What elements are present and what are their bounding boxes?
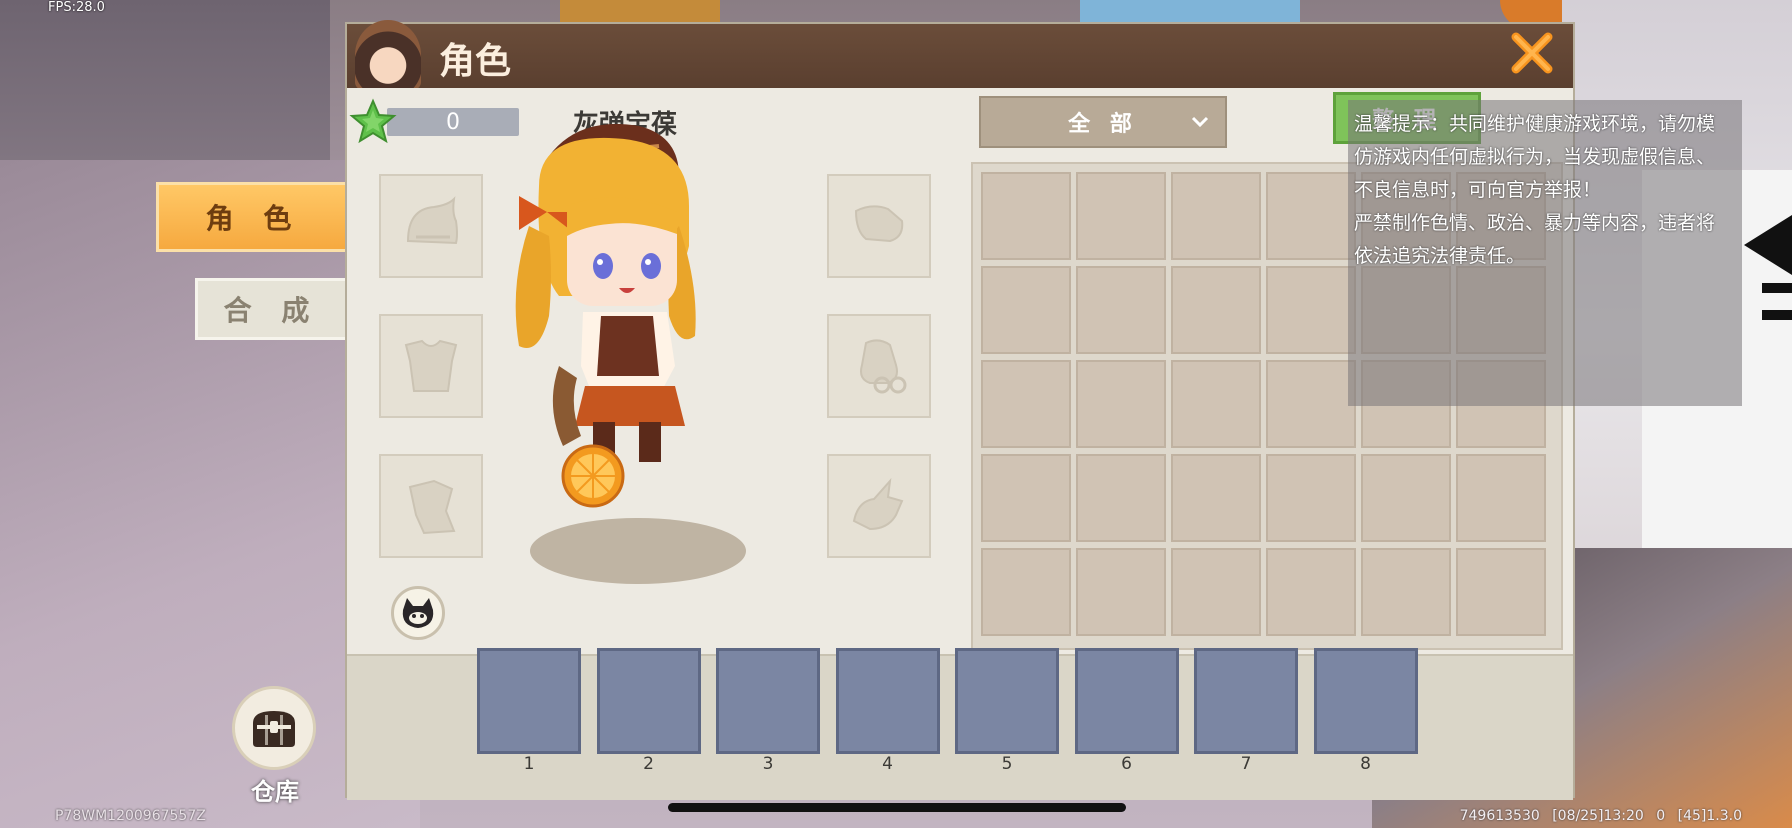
hotbar-slot-number: 8: [1360, 754, 1371, 774]
hotbar-slot-number: 1: [523, 754, 535, 774]
notice-line: 不良信息时，可向官方举报！: [1354, 179, 1602, 201]
chestplate-icon: [404, 339, 458, 392]
pet-icon: [402, 598, 434, 628]
inventory-slot[interactable]: [1361, 454, 1451, 542]
inventory-slot[interactable]: [1456, 548, 1546, 636]
equip-slot-accessory[interactable]: [827, 314, 931, 418]
hotbar-slot-number: 2: [643, 754, 654, 774]
background-glass: [1080, 0, 1300, 22]
inventory-slot[interactable]: [1266, 454, 1356, 542]
inventory-slot[interactable]: [1171, 454, 1261, 542]
inventory-slot[interactable]: [1266, 266, 1356, 354]
inventory-slot[interactable]: [981, 172, 1071, 260]
hotbar-slot-number: 3: [762, 754, 774, 774]
filter-dropdown[interactable]: 全 部: [979, 96, 1227, 148]
close-button[interactable]: [1503, 24, 1561, 82]
tab-role[interactable]: 角 色: [156, 182, 348, 252]
equip-slot-helmet[interactable]: [379, 174, 483, 278]
fps-counter: FPS:28.0: [48, 0, 105, 15]
boots-icon: [854, 205, 904, 243]
avatar[interactable]: [355, 20, 421, 90]
helmet-icon: [406, 196, 458, 245]
inventory-slot[interactable]: [981, 360, 1071, 448]
inventory-slot[interactable]: [1171, 360, 1261, 448]
inventory-slot[interactable]: [1171, 172, 1261, 260]
notice-line: 严禁制作色情、政治、暴力等内容，违者将: [1354, 212, 1716, 234]
home-icon[interactable]: [1744, 215, 1792, 335]
hotbar-slot[interactable]: [1074, 648, 1179, 754]
hotbar-slot[interactable]: [596, 648, 701, 754]
chevron-down-icon: [1189, 110, 1211, 138]
cape-icon: [408, 479, 456, 535]
hotbar-slot[interactable]: [1313, 648, 1418, 754]
inventory-slot[interactable]: [1361, 548, 1451, 636]
hotbar-slot[interactable]: [835, 648, 940, 754]
close-x-icon: [1511, 32, 1553, 74]
hotbar-slot-number: 4: [882, 754, 893, 774]
pet-button[interactable]: [391, 586, 445, 640]
inventory-slot[interactable]: [1076, 360, 1166, 448]
notice-line: 依法追究法律责任。: [1354, 245, 1526, 267]
hotbar-slot[interactable]: [716, 648, 820, 754]
mount-icon: [852, 477, 904, 531]
hotbar-slot[interactable]: [477, 648, 581, 754]
inventory-slot[interactable]: [1171, 266, 1261, 354]
tab-craft[interactable]: 合 成: [195, 278, 345, 340]
accessory-icon: [860, 339, 907, 394]
inventory-slot[interactable]: [1266, 172, 1356, 260]
hotbar-slot-number: 7: [1240, 754, 1252, 774]
equip-slot-mount[interactable]: [827, 454, 931, 558]
star-icon: [349, 98, 397, 146]
inventory-slot[interactable]: [1076, 454, 1166, 542]
inventory-slot[interactable]: [1076, 548, 1166, 636]
notice-line: 温馨提示：共同维护健康游戏环境，请勿模: [1354, 113, 1716, 135]
equip-slot-cape[interactable]: [379, 454, 483, 558]
warehouse-button[interactable]: [232, 686, 316, 770]
hotbar-slot[interactable]: [955, 648, 1059, 754]
notice-overlay: 温馨提示：共同维护健康游戏环境，请勿模 仿游戏内任何虚拟行为，当发现虚假信息、 …: [1348, 100, 1742, 406]
panel-title: 角色: [439, 41, 512, 82]
inventory-slot[interactable]: [1266, 548, 1356, 636]
inventory-slot[interactable]: [981, 266, 1071, 354]
home-indicator[interactable]: [668, 803, 1126, 812]
background-crate: [560, 0, 720, 22]
panel-header: 角色: [347, 20, 1573, 90]
hotbar-slot[interactable]: [1194, 648, 1298, 754]
equip-slot-boots[interactable]: [827, 174, 931, 278]
inventory-slot[interactable]: [1456, 454, 1546, 542]
inventory-slot[interactable]: [981, 454, 1071, 542]
inventory-slot[interactable]: [1266, 360, 1356, 448]
hotbar-slot-number: 5: [1001, 754, 1013, 774]
warehouse-label: 仓库: [251, 778, 299, 806]
device-id: P78WM1200967557Z: [55, 808, 206, 824]
inventory-slot[interactable]: [1076, 172, 1166, 260]
filter-selected: 全 部: [1068, 112, 1138, 137]
hotbar-slot-number: 6: [1121, 754, 1132, 774]
inventory-slot[interactable]: [1171, 548, 1261, 636]
treasure-chest-icon: [253, 711, 295, 747]
notice-line: 仿游戏内任何虚拟行为，当发现虚假信息、: [1354, 146, 1716, 168]
equip-slot-chest[interactable]: [379, 314, 483, 418]
character-model[interactable]: [489, 116, 729, 536]
inventory-slot[interactable]: [981, 548, 1071, 636]
footer-info: 749613530 [08/25]13:20 0 [45]1.3.0: [1459, 808, 1742, 824]
inventory-slot[interactable]: [1076, 266, 1166, 354]
